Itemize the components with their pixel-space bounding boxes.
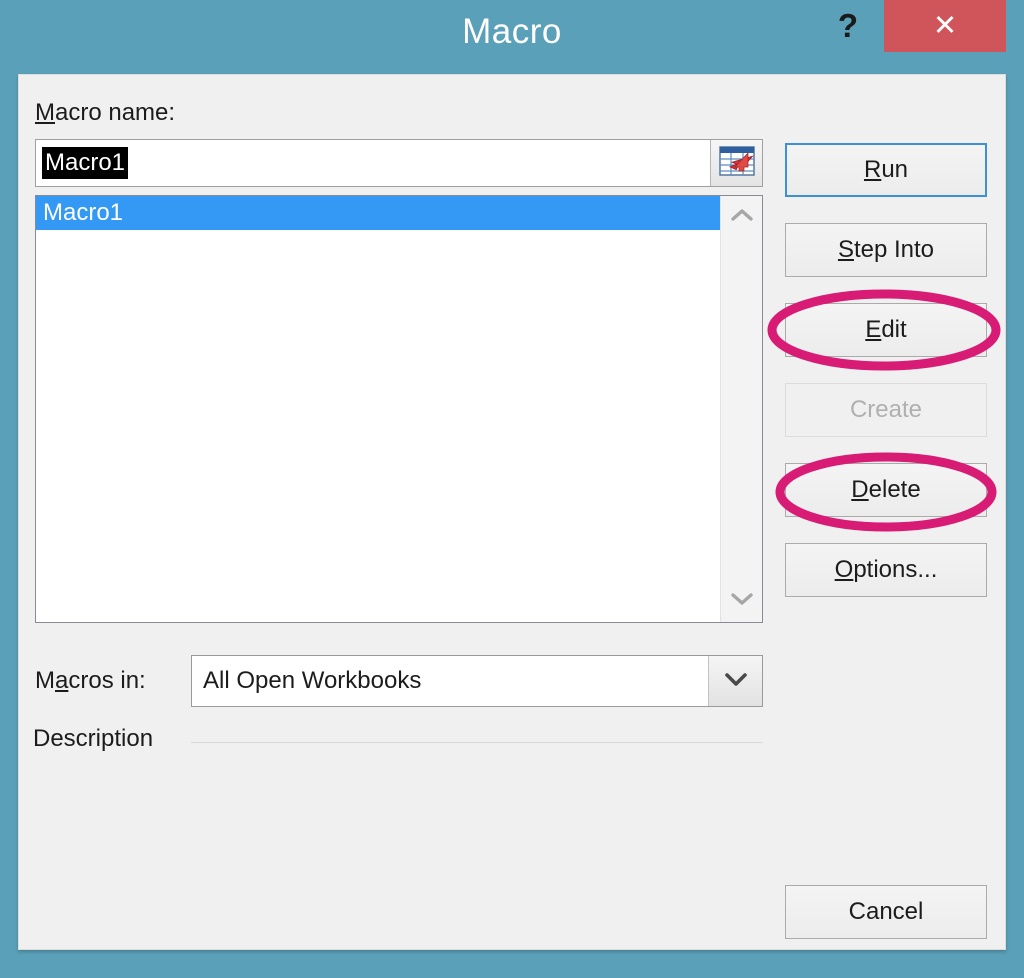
delete-button-label: elete <box>868 476 921 503</box>
delete-button[interactable]: Delete <box>785 463 987 517</box>
spreadsheet-range-picker-icon <box>718 145 755 181</box>
macros-in-dropdown-arrow[interactable] <box>708 656 762 706</box>
cancel-button[interactable]: Cancel <box>785 885 987 939</box>
run-button[interactable]: Run <box>785 143 987 197</box>
macro-list-box[interactable]: Macro1 <box>35 195 763 623</box>
scroll-up-button[interactable] <box>721 196 762 238</box>
step-into-button[interactable]: Step Into <box>785 223 987 277</box>
close-button[interactable]: ✕ <box>884 0 1006 52</box>
macros-in-selected-value: All Open Workbooks <box>203 667 422 694</box>
create-button-label: Create <box>849 396 923 423</box>
scroll-down-button[interactable] <box>721 580 762 622</box>
macros-in-dropdown[interactable]: All Open Workbooks <box>191 655 763 707</box>
list-scrollbar[interactable] <box>720 196 762 622</box>
chevron-down-icon <box>730 591 754 612</box>
macro-name-label-accel: M <box>35 99 55 126</box>
run-button-label: un <box>881 156 909 183</box>
step-into-button-label: tep Into <box>853 236 935 263</box>
step-into-button-accel: S <box>837 236 854 263</box>
macro-dialog-window: Macro ? ✕ Macro name: Macro1 Macro1 Macr… <box>0 0 1024 978</box>
description-separator <box>191 742 763 743</box>
options-button-label: ptions... <box>853 556 938 583</box>
macro-name-label: Macro name: <box>35 99 175 127</box>
macros-in-label: Macros in: <box>35 667 146 695</box>
edit-button[interactable]: Edit <box>785 303 987 357</box>
macro-list-items: Macro1 <box>36 196 722 230</box>
description-label: Description <box>33 725 154 752</box>
edit-button-accel: E <box>865 316 882 343</box>
macros-in-label-prefix: M <box>35 667 55 694</box>
delete-button-accel: D <box>851 476 869 503</box>
macros-in-label-accel: a <box>55 667 69 694</box>
edit-button-label: dit <box>881 316 907 343</box>
cancel-button-label: Cancel <box>848 898 924 925</box>
create-button: Create <box>785 383 987 437</box>
list-item[interactable]: Macro1 <box>36 196 722 230</box>
macro-name-input[interactable]: Macro1 <box>35 139 763 187</box>
range-picker-button[interactable] <box>710 140 762 186</box>
run-button-accel: R <box>863 156 882 183</box>
options-button[interactable]: Options... <box>785 543 987 597</box>
dialog-content-area: Macro name: Macro1 Macro1 Macros in: All… <box>18 74 1006 950</box>
macro-name-label-rest: acro name: <box>55 99 176 126</box>
chevron-up-icon <box>730 207 754 228</box>
chevron-down-icon <box>723 670 749 693</box>
title-bar: Macro ? ✕ <box>0 0 1024 74</box>
options-button-accel: O <box>834 556 854 583</box>
help-button[interactable]: ? <box>820 0 876 52</box>
macro-name-input-value[interactable]: Macro1 <box>42 147 129 179</box>
macros-in-label-rest: cros in: <box>68 667 146 694</box>
